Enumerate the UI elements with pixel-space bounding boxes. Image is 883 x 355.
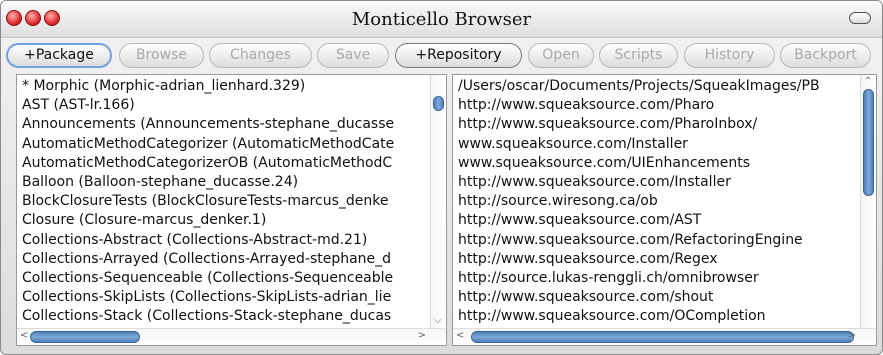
history-button[interactable]: History: [684, 43, 775, 68]
list-item[interactable]: Closure (Closure-marcus_denker.1): [17, 211, 430, 230]
list-item[interactable]: Collections-Arrayed (Collections-Arrayed…: [17, 250, 430, 269]
list-item[interactable]: Collections-Sequenceable (Collections-Se…: [17, 269, 430, 288]
list-item[interactable]: http://source.wiresong.ca/ob: [453, 192, 860, 211]
list-item[interactable]: www.squeaksource.com/UIEnhancements: [453, 154, 860, 173]
package-list-vertical-scrollbar[interactable]: ⌵: [430, 75, 446, 328]
list-item[interactable]: http://www.squeaksource.com/OCompletion: [453, 307, 860, 326]
repository-list-horizontal-scrollbar[interactable]: < >: [453, 328, 876, 345]
chevron-right-icon[interactable]: >: [848, 330, 856, 342]
list-item[interactable]: AST (AST-lr.166): [17, 96, 430, 115]
repository-list[interactable]: /Users/oscar/Documents/Projects/SqueakIm…: [453, 77, 860, 328]
add-package-button[interactable]: +Package: [6, 43, 112, 68]
list-item[interactable]: http://www.squeaksource.com/AST: [453, 211, 860, 230]
package-list-horizontal-scrollbar[interactable]: < >: [17, 328, 446, 345]
list-item[interactable]: AutomaticMethodCategorizer (AutomaticMet…: [17, 135, 430, 154]
chevron-right-icon[interactable]: >: [418, 330, 426, 342]
list-item[interactable]: http://source.lukas-renggli.ch/omnibrows…: [453, 269, 860, 288]
list-item[interactable]: Collections-Abstract (Collections-Abstra…: [17, 231, 430, 250]
repository-list-vertical-scrollbar[interactable]: ⌃: [860, 75, 876, 328]
list-item[interactable]: Balloon (Balloon-stephane_ducasse.24): [17, 173, 430, 192]
changes-button[interactable]: Changes: [209, 43, 312, 68]
list-item[interactable]: http://www.squeaksource.com/Regex: [453, 250, 860, 269]
list-item[interactable]: http://www.squeaksource.com/Pharo: [453, 96, 860, 115]
chevron-down-icon[interactable]: ⌵: [434, 315, 442, 327]
list-item[interactable]: Collections-Stack (Collections-Stack-ste…: [17, 307, 430, 326]
add-repository-button[interactable]: +Repository: [395, 43, 522, 68]
list-item[interactable]: /Users/oscar/Documents/Projects/SqueakIm…: [453, 77, 860, 96]
package-list-pane[interactable]: * Morphic (Morphic-adrian_lienhard.329) …: [16, 74, 447, 346]
list-item[interactable]: Collections-SkipLists (Collections-SkipL…: [17, 288, 430, 307]
list-item[interactable]: http://www.squeaksource.com/shout: [453, 288, 860, 307]
backport-button[interactable]: Backport: [780, 43, 871, 68]
package-list[interactable]: * Morphic (Morphic-adrian_lienhard.329) …: [17, 77, 430, 328]
collapse-icon[interactable]: [849, 12, 871, 24]
monticello-browser-window: Monticello Browser +Package Browse Chang…: [0, 0, 883, 355]
vertical-scroll-thumb[interactable]: [433, 96, 444, 111]
list-item[interactable]: * Morphic (Morphic-adrian_lienhard.329): [17, 77, 430, 96]
chevron-up-icon[interactable]: ⌃: [864, 76, 872, 88]
horizontal-scroll-thumb[interactable]: [30, 331, 140, 343]
list-item[interactable]: Announcements (Announcements-stephane_du…: [17, 115, 430, 134]
list-item[interactable]: www.squeaksource.com/Installer: [453, 135, 860, 154]
list-item[interactable]: BlockClosureTests (BlockClosureTests-mar…: [17, 192, 430, 211]
list-item[interactable]: AutomaticMethodCategorizerOB (AutomaticM…: [17, 154, 430, 173]
open-button[interactable]: Open: [528, 43, 594, 68]
list-item[interactable]: http://www.squeaksource.com/RefactoringE…: [453, 231, 860, 250]
chevron-left-icon[interactable]: <: [456, 330, 464, 342]
chevron-left-icon[interactable]: <: [20, 330, 28, 342]
title-bar[interactable]: Monticello Browser: [1, 1, 882, 38]
list-item[interactable]: http://www.squeaksource.com/PharoInbox/: [453, 115, 860, 134]
window-title: Monticello Browser: [351, 9, 532, 30]
scripts-button[interactable]: Scripts: [599, 43, 678, 68]
repository-list-pane[interactable]: /Users/oscar/Documents/Projects/SqueakIm…: [452, 74, 877, 346]
list-item[interactable]: http://www.squeaksource.com/Installer: [453, 173, 860, 192]
save-button[interactable]: Save: [317, 43, 389, 68]
horizontal-scroll-thumb[interactable]: [471, 331, 854, 343]
browse-button[interactable]: Browse: [119, 43, 204, 68]
toolbar: +Package Browse Changes Save +Repository…: [1, 39, 882, 73]
vertical-scroll-thumb[interactable]: [863, 89, 874, 196]
